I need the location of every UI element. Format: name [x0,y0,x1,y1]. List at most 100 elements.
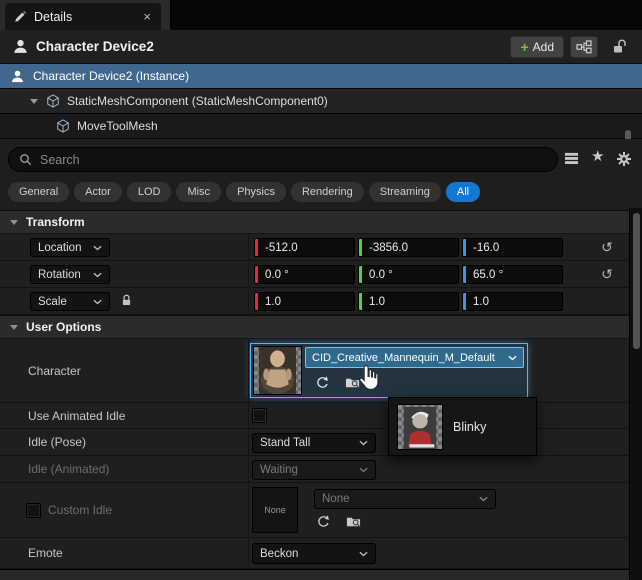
rotation-y-field[interactable]: 0.0 ° [358,265,459,284]
custom-idle-label: Custom Idle [48,503,112,517]
none-thumbnail-label: None [264,505,286,515]
unlock-button[interactable] [608,36,632,58]
location-y-value: -3856.0 [362,242,408,254]
character-row: Character CID_Creative_Mannequin_M_Defau… [0,339,629,403]
use-animated-idle-label: Use Animated Idle [28,409,125,423]
location-label: Location [38,242,81,254]
scale-type-dropdown[interactable]: Scale [30,292,110,311]
tree-row-label: MoveToolMesh [77,119,158,133]
chevron-down-icon [359,440,368,446]
rotation-z-field[interactable]: 65.0 ° [462,265,563,284]
tree-row-label: StaticMeshComponent (StaticMeshComponent… [67,94,328,108]
scale-row: Scale 1.0 1.0 1.0 [0,288,629,315]
filter-misc[interactable]: Misc [176,182,221,202]
location-y-field[interactable]: -3856.0 [358,238,459,257]
character-dropdown[interactable]: CID_Creative_Mannequin_M_Default [305,347,524,368]
filter-lod[interactable]: LOD [127,182,172,202]
chevron-down-icon [93,245,102,251]
location-type-dropdown[interactable]: Location [30,238,110,257]
section-title: User Options [26,320,101,334]
add-button-label: Add [533,40,554,54]
chevron-down-icon [359,467,368,473]
idle-animated-row: Idle (Animated) Waiting [0,456,629,483]
scrollbar-thumb[interactable] [633,213,640,349]
location-z-field[interactable]: -16.0 [462,238,563,257]
search-band: ★ [0,139,642,180]
display-mode-icon[interactable] [564,151,579,166]
location-z-value: -16.0 [466,242,499,254]
scale-y-field[interactable]: 1.0 [358,292,459,311]
blinky-thumbnail[interactable] [397,404,443,450]
chevron-down-icon[interactable] [30,99,38,104]
rotation-x-field[interactable]: 0.0 ° [254,265,355,284]
scale-z-field[interactable]: 1.0 [462,292,563,311]
idle-pose-value: Stand Tall [260,437,310,449]
idle-animated-dropdown[interactable]: Waiting [252,460,376,480]
custom-idle-checkbox[interactable] [26,503,41,518]
plus-icon: + [520,40,528,54]
character-asset-picker[interactable]: CID_Creative_Mannequin_M_Default [250,343,528,398]
use-selected-asset-icon[interactable] [316,514,331,529]
location-x-value: -512.0 [258,242,298,254]
add-button[interactable]: + Add [510,36,564,58]
user-options-section-header[interactable]: User Options [0,315,629,339]
filter-all[interactable]: All [446,182,480,202]
filter-general[interactable]: General [8,182,69,202]
scale-y-value: 1.0 [362,296,385,308]
character-thumbnail[interactable] [253,346,302,395]
reset-to-default-icon[interactable]: ↺ [598,238,616,256]
blinky-image [398,405,442,449]
custom-idle-value: None [322,493,350,505]
filter-physics[interactable]: Physics [226,182,286,202]
location-row: Location -512.0 -3856.0 -16.0 ↺ [0,234,629,261]
filter-tabs: General Actor LOD Misc Physics Rendering… [8,182,480,202]
close-icon[interactable]: × [141,9,153,24]
chevron-down-icon [93,299,102,305]
favorites-star-icon[interactable]: ★ [591,149,604,164]
tab-well: Details × [0,0,170,30]
chevron-down-icon [10,220,18,225]
reset-to-default-icon[interactable]: ↺ [598,265,616,283]
idle-pose-dropdown[interactable]: Stand Tall [252,433,376,453]
scale-lock-icon[interactable] [120,294,133,307]
custom-idle-row: Custom Idle None None [0,483,629,538]
character-icon [10,69,25,84]
rotation-x-value: 0.0 ° [258,269,289,281]
idle-animated-value: Waiting [260,464,298,476]
search-box[interactable] [8,147,558,172]
tab-details[interactable]: Details × [5,3,161,30]
emote-row: Emote Beckon [0,538,629,569]
page-title: Character Device2 [36,39,510,54]
tab-title: Details [34,10,134,24]
transform-section-header[interactable]: Transform [0,210,629,234]
idle-pose-label: Idle (Pose) [28,435,86,449]
rotation-type-dropdown[interactable]: Rotation [30,265,110,284]
picker-item-label[interactable]: Blinky [453,420,486,434]
browse-to-asset-icon[interactable] [345,375,361,391]
node-graph-icon [576,40,592,54]
tree-row-instance[interactable]: Character Device2 (Instance) [0,64,642,89]
chevron-down-icon [508,355,517,361]
tree-row-movetoolmesh[interactable]: MoveToolMesh [0,114,642,139]
edit-blueprint-button[interactable] [570,36,598,58]
filter-actor[interactable]: Actor [74,182,122,202]
character-dropdown-value: CID_Creative_Mannequin_M_Default [312,352,495,364]
gear-icon[interactable] [616,151,632,167]
character-picker-popup: Blinky [388,397,537,456]
use-animated-idle-checkbox[interactable] [252,408,267,423]
tree-row-staticmesh[interactable]: StaticMeshComponent (StaticMeshComponent… [0,89,642,114]
custom-idle-thumbnail[interactable]: None [252,487,298,533]
browse-to-asset-icon[interactable] [346,514,361,529]
custom-idle-dropdown[interactable]: None [314,489,496,509]
idle-animated-label: Idle (Animated) [28,462,109,476]
rotation-y-value: 0.0 ° [362,269,393,281]
search-input[interactable] [40,153,547,167]
properties-scrollbar[interactable] [629,208,642,580]
scale-x-field[interactable]: 1.0 [254,292,355,311]
location-x-field[interactable]: -512.0 [254,238,355,257]
emote-dropdown[interactable]: Beckon [252,543,376,564]
filter-rendering[interactable]: Rendering [291,182,364,202]
use-selected-asset-icon[interactable] [315,375,331,391]
emote-value: Beckon [260,548,298,560]
filter-streaming[interactable]: Streaming [369,182,441,202]
